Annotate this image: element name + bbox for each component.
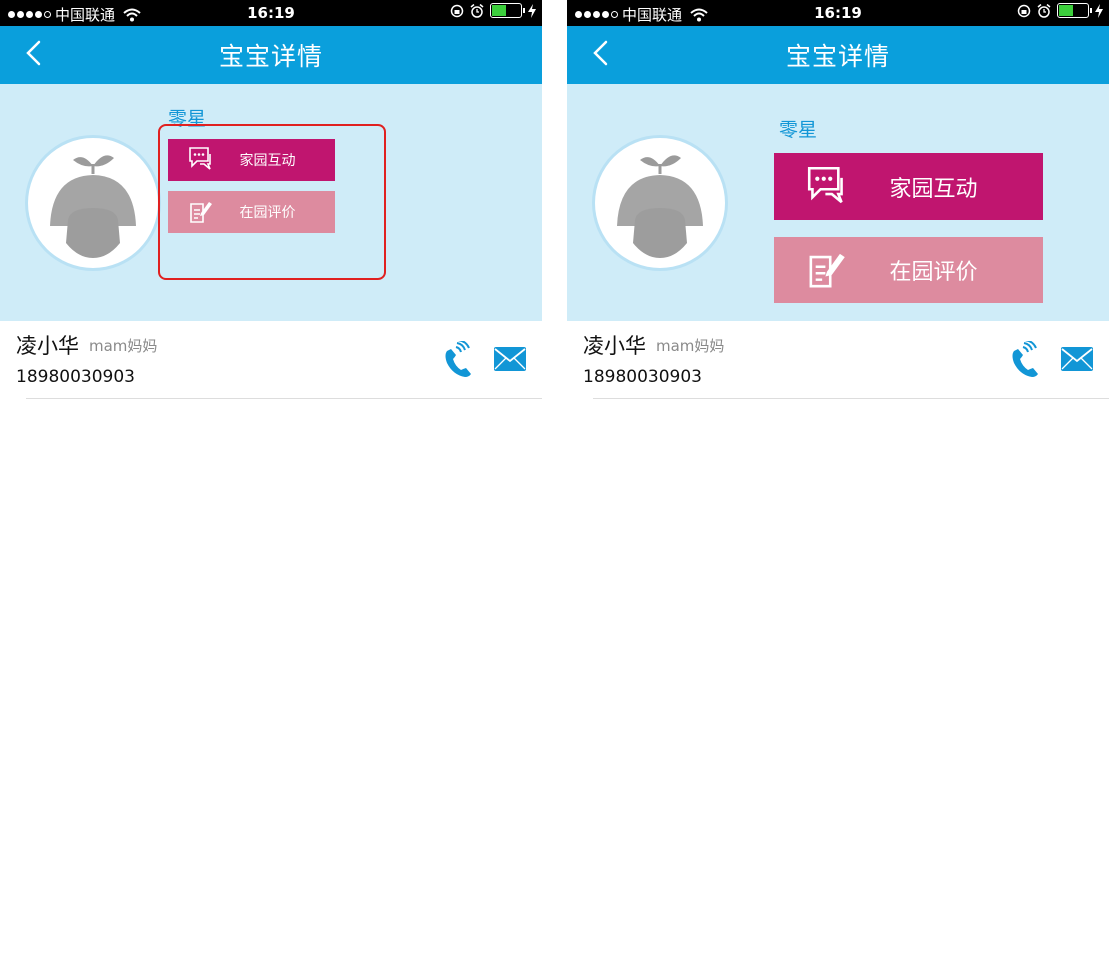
child-profile-panel: 零星 家园互动 在园评价	[567, 84, 1109, 321]
row-divider	[26, 398, 542, 399]
kindergarten-evaluation-button[interactable]: 在园评价	[774, 237, 1043, 303]
message-envelope-icon[interactable]	[1060, 346, 1094, 372]
message-envelope-icon[interactable]	[493, 346, 527, 372]
status-bar: 中国联通 16:19	[567, 0, 1109, 26]
battery-icon	[490, 3, 525, 18]
orientation-lock-icon	[1017, 4, 1031, 17]
phone-call-icon[interactable]	[441, 341, 475, 379]
evaluation-button-label: 在园评价	[889, 260, 978, 285]
parent-contact-row: 凌小华 mam妈妈 18980030903	[567, 321, 1109, 399]
charging-icon	[1095, 3, 1103, 18]
child-avatar	[28, 138, 158, 268]
alarm-icon	[470, 3, 484, 18]
screen-redesigned: 中国联通 16:19 宝宝详情 零星 家园互动 在园评价 凌小华 mam妈妈 1…	[567, 0, 1109, 963]
parent-contact-row: 凌小华 mam妈妈 18980030903	[0, 321, 542, 399]
alarm-icon	[1037, 3, 1051, 18]
home-school-interaction-button[interactable]: 家园互动	[774, 153, 1043, 220]
row-divider	[593, 398, 1109, 399]
orientation-lock-icon	[450, 4, 464, 17]
parent-phone-number: 18980030903	[16, 367, 135, 387]
nav-bar: 宝宝详情	[567, 26, 1109, 84]
parent-phone-number: 18980030903	[583, 367, 702, 387]
phone-call-icon[interactable]	[1008, 341, 1042, 379]
annotation-highlight-box	[158, 124, 386, 280]
charging-icon	[528, 3, 536, 18]
screen-annotated: 中国联通 16:19 宝宝详情 零星 家园互动 在园评价 凌小华 mam妈妈 1…	[0, 0, 542, 963]
chat-bubble-icon	[807, 166, 843, 204]
child-name: 零星	[779, 119, 818, 141]
interaction-button-label: 家园互动	[889, 176, 978, 202]
child-avatar-icon	[600, 143, 720, 263]
child-avatar	[595, 138, 725, 268]
page-title: 宝宝详情	[785, 42, 890, 71]
parent-name: 凌小华	[16, 334, 79, 358]
parent-relation: mam妈妈	[656, 337, 725, 355]
nav-bar: 宝宝详情	[0, 26, 542, 84]
status-bar: 中国联通 16:19	[0, 0, 542, 26]
battery-icon	[1057, 3, 1092, 18]
child-avatar-icon	[33, 143, 153, 263]
parent-name: 凌小华	[583, 334, 646, 358]
page-title: 宝宝详情	[218, 42, 323, 71]
parent-relation: mam妈妈	[89, 337, 158, 355]
document-edit-icon	[809, 253, 845, 288]
